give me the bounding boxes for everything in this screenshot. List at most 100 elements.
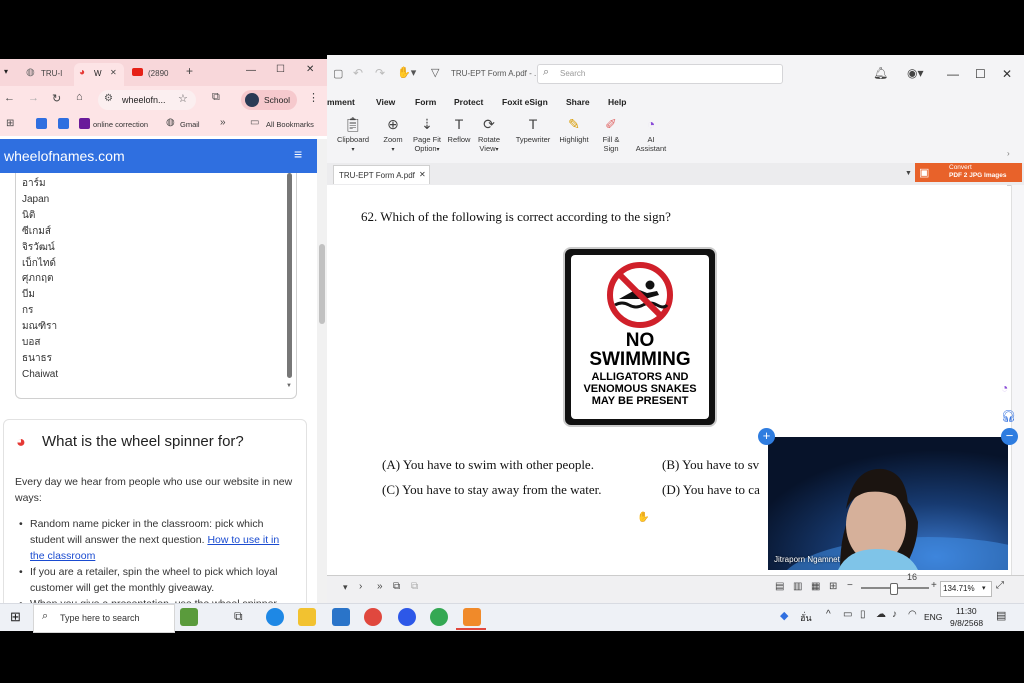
close-tab-icon[interactable]: ✕ (110, 68, 117, 77)
rotate-view-button[interactable]: ⟳ Rotate View▾ (469, 111, 509, 161)
menu-help[interactable]: Help (608, 97, 626, 107)
clipboard-button[interactable]: 📋︎ Clipboard ▾ (333, 111, 373, 161)
new-tab-icon[interactable]: + (186, 64, 193, 78)
forward-icon[interactable]: → (28, 92, 39, 104)
windows-start-icon[interactable]: ⊞ (10, 609, 21, 625)
bookmark-star-icon[interactable]: ☆ (178, 92, 188, 105)
search-box[interactable]: ⌕ Search (537, 64, 783, 84)
single-page-view-icon[interactable]: ▤ (775, 581, 784, 592)
facing-view-icon[interactable]: ▦ (811, 581, 820, 592)
close-button[interactable]: ✕ (1002, 67, 1012, 81)
zoom-slider-handle[interactable] (890, 583, 898, 595)
hamburger-menu-icon[interactable]: ≡ (294, 146, 302, 162)
onedrive-icon[interactable]: ☁ (876, 609, 886, 620)
zoom-level-field[interactable]: 134.71% ▾ (940, 581, 992, 597)
zoom-app-icon[interactable] (398, 608, 416, 626)
copy-pages-icon[interactable]: ⧉ (393, 581, 400, 592)
ribbon-scroll-right-icon[interactable]: › (1007, 149, 1010, 158)
task-view-icon[interactable]: ⧉ (234, 609, 243, 624)
extensions-icon[interactable]: ⧉ (212, 91, 220, 104)
all-bookmarks[interactable]: All Bookmarks (266, 120, 314, 129)
site-title[interactable]: wheelofnames.com (4, 148, 125, 164)
apps-grid-icon[interactable]: ⊞ (6, 118, 14, 129)
site-info-icon[interactable]: ⚙ (104, 93, 113, 104)
zoom-out-icon[interactable]: − (847, 580, 853, 591)
menu-share[interactable]: Share (566, 97, 590, 107)
reload-icon[interactable]: ↻ (52, 92, 61, 105)
zoom-in-icon[interactable]: + (931, 580, 937, 591)
profile-button[interactable]: School (241, 90, 297, 110)
menu-view[interactable]: View (376, 97, 395, 107)
chrome-maximize-button[interactable]: ☐ (276, 64, 285, 75)
document-icon[interactable]: ▢ (333, 67, 343, 80)
search-highlight-icon[interactable] (180, 608, 198, 626)
remove-icon[interactable]: − (1001, 428, 1018, 445)
chrome-tab-active[interactable]: ◕ W ✕ (74, 63, 124, 86)
page-scrollbar-thumb[interactable] (319, 244, 325, 324)
ai-floating-icon[interactable]: ◔ (1001, 381, 1008, 395)
chrome-profile-icon[interactable] (430, 608, 448, 626)
language-indicator[interactable]: ENG (924, 612, 942, 622)
chrome-tab-1[interactable]: ◍ TRU-I (20, 63, 72, 86)
pdf-vertical-scrollbar[interactable] (1011, 185, 1024, 575)
page-dropdown-icon[interactable]: ▾ (343, 582, 348, 593)
scroll-down-icon[interactable]: ▼ (286, 383, 292, 389)
minimize-button[interactable]: — (947, 67, 959, 81)
clock-time[interactable]: 11:30 (956, 606, 977, 616)
page-scrollbar[interactable] (317, 139, 327, 608)
dropdown-icon[interactable]: ▼ (905, 170, 912, 177)
chrome-close-button[interactable]: ✕ (306, 64, 314, 75)
address-bar[interactable]: ⚙ wheelofn... ☆ (98, 90, 196, 110)
bookmark-app-icon-2[interactable] (58, 118, 69, 129)
undo-icon[interactable]: ↶ (353, 66, 363, 80)
volume-icon[interactable]: ♪ (892, 609, 897, 620)
fullscreen-icon[interactable]: ⤢ (996, 580, 1004, 591)
ime-indicator[interactable]: ฮั่น (800, 611, 812, 625)
foxit-icon[interactable] (463, 608, 481, 626)
fill-sign-button[interactable]: ✐ Fill & Sign (593, 111, 629, 161)
names-textarea[interactable]: อาร์ม Japan นิติ ซีเกมส์ จิรวัฒน์ เบ็กไทด์ ศุภ… (15, 173, 297, 399)
more-bookmarks-icon[interactable]: » (220, 117, 226, 128)
clock-date[interactable]: 9/8/2568 (950, 618, 983, 628)
pages-icon[interactable]: ⧉ (411, 581, 418, 592)
menu-comment[interactable]: mment (327, 97, 355, 107)
typewriter-button[interactable]: T Typewriter (511, 111, 555, 161)
hand-tool-icon[interactable]: ✋▾ (397, 66, 416, 79)
notifications-icon[interactable]: ▤ (996, 609, 1006, 622)
chrome-tab-3[interactable]: (2890 (128, 63, 178, 86)
back-icon[interactable]: ← (4, 92, 15, 104)
home-icon[interactable]: ⌂ (76, 91, 83, 103)
edge-icon[interactable] (266, 608, 284, 626)
camera-icon[interactable]: ▭ (843, 609, 852, 620)
more-menu-icon[interactable]: ⋮ (308, 91, 319, 104)
taskbar-search[interactable]: ⌕ Type here to search (33, 604, 175, 633)
headset-icon[interactable]: 🎧︎ (1001, 409, 1016, 423)
convert-banner[interactable]: ▣ Convert PDF 2 JPG Images (915, 163, 1022, 182)
account-icon[interactable]: ◉▾ (907, 66, 924, 80)
tab-search-icon[interactable]: ▾ (4, 67, 8, 76)
teams-meeting-icon[interactable]: ◆ (780, 609, 788, 622)
names-scrollbar-thumb[interactable] (287, 173, 292, 378)
show-hidden-icons[interactable]: ^ (826, 609, 831, 620)
highlight-button[interactable]: ✎ Highlight (554, 111, 594, 161)
chrome-icon[interactable] (364, 608, 382, 626)
bell-icon[interactable]: 🔔︎ (873, 66, 888, 80)
wifi-icon[interactable]: ◠ (908, 609, 917, 620)
menu-protect[interactable]: Protect (454, 97, 483, 107)
chrome-minimize-button[interactable]: — (246, 65, 256, 76)
last-page-icon[interactable]: » (377, 581, 383, 592)
filter-icon[interactable]: ▽ (431, 66, 439, 79)
battery-icon[interactable]: ▯ (860, 609, 866, 620)
menu-form[interactable]: Form (415, 97, 436, 107)
menu-foxit-esign[interactable]: Foxit eSign (502, 97, 548, 107)
bookmark-gmail[interactable]: Gmail (180, 120, 200, 129)
file-explorer-icon[interactable] (298, 608, 316, 626)
bookmark-online-correction[interactable]: online correction (93, 120, 148, 129)
bookmark-app-icon-1[interactable] (36, 118, 47, 129)
ai-assistant-button[interactable]: ◔ AI Assistant (631, 111, 671, 161)
mail-icon[interactable] (332, 608, 350, 626)
add-icon[interactable]: + (758, 428, 775, 445)
redo-icon[interactable]: ↷ (375, 66, 385, 80)
pdf-tab[interactable]: TRU-EPT Form A.pdf ✕ (333, 165, 430, 184)
maximize-button[interactable]: ☐ (975, 67, 986, 81)
